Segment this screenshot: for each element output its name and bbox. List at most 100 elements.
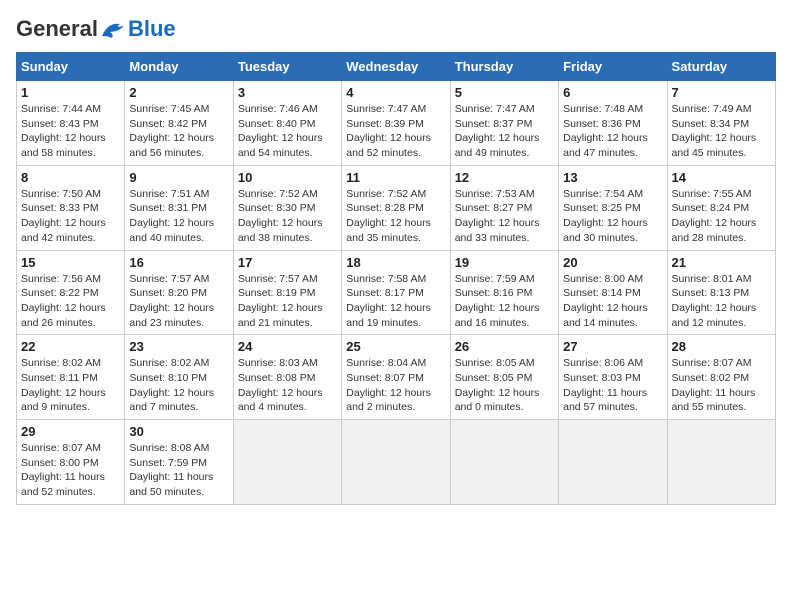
day-info: Sunrise: 7:58 AMSunset: 8:17 PMDaylight:… [346, 272, 445, 331]
day-info: Sunrise: 7:59 AMSunset: 8:16 PMDaylight:… [455, 272, 554, 331]
day-info: Sunrise: 7:52 AMSunset: 8:30 PMDaylight:… [238, 187, 337, 246]
day-info: Sunrise: 8:00 AMSunset: 8:14 PMDaylight:… [563, 272, 662, 331]
calendar-cell: 10 Sunrise: 7:52 AMSunset: 8:30 PMDayligh… [233, 165, 341, 250]
week-row-1: 1 Sunrise: 7:44 AMSunset: 8:43 PMDaylight… [17, 81, 776, 166]
calendar-cell: 29 Sunrise: 8:07 AMSunset: 8:00 PMDayligh… [17, 420, 125, 505]
day-info: Sunrise: 7:52 AMSunset: 8:28 PMDaylight:… [346, 187, 445, 246]
day-number: 19 [455, 255, 554, 270]
calendar-cell: 24Sunrise: 8:03 AMSunset: 8:08 PMDayligh… [233, 335, 341, 420]
calendar-cell: 23 Sunrise: 8:02 AMSunset: 8:10 PMDayligh… [125, 335, 233, 420]
day-number: 8 [21, 170, 120, 185]
day-info: Sunrise: 7:44 AMSunset: 8:43 PMDaylight:… [21, 102, 120, 161]
calendar-cell [233, 420, 341, 505]
day-info: Sunrise: 7:54 AMSunset: 8:25 PMDaylight:… [563, 187, 662, 246]
day-info: Sunrise: 8:04 AMSunset: 8:07 PMDaylight:… [346, 356, 445, 415]
calendar-cell: 26Sunrise: 8:05 AMSunset: 8:05 PMDayligh… [450, 335, 558, 420]
calendar-cell: 19 Sunrise: 7:59 AMSunset: 8:16 PMDayligh… [450, 250, 558, 335]
day-info: Sunrise: 8:02 AMSunset: 8:10 PMDaylight:… [129, 356, 228, 415]
header-cell-wednesday: Wednesday [342, 53, 450, 81]
calendar-cell: 30 Sunrise: 8:08 AMSunset: 7:59 PMDayligh… [125, 420, 233, 505]
day-number: 25 [346, 339, 445, 354]
header-cell-tuesday: Tuesday [233, 53, 341, 81]
day-number: 7 [672, 85, 771, 100]
calendar-cell: 5Sunrise: 7:47 AMSunset: 8:37 PMDaylight… [450, 81, 558, 166]
calendar-cell [667, 420, 775, 505]
calendar-table: SundayMondayTuesdayWednesdayThursdayFrid… [16, 52, 776, 505]
calendar-cell: 3 Sunrise: 7:46 AMSunset: 8:40 PMDaylight… [233, 81, 341, 166]
calendar-cell: 15Sunrise: 7:56 AMSunset: 8:22 PMDayligh… [17, 250, 125, 335]
header-row: SundayMondayTuesdayWednesdayThursdayFrid… [17, 53, 776, 81]
day-number: 13 [563, 170, 662, 185]
calendar-cell: 25 Sunrise: 8:04 AMSunset: 8:07 PMDayligh… [342, 335, 450, 420]
logo-general-text: General [16, 16, 98, 42]
day-info: Sunrise: 8:08 AMSunset: 7:59 PMDaylight:… [129, 441, 228, 500]
week-row-5: 29 Sunrise: 8:07 AMSunset: 8:00 PMDayligh… [17, 420, 776, 505]
calendar-cell: 22Sunrise: 8:02 AMSunset: 8:11 PMDayligh… [17, 335, 125, 420]
day-info: Sunrise: 7:49 AMSunset: 8:34 PMDaylight:… [672, 102, 771, 161]
day-number: 14 [672, 170, 771, 185]
calendar-cell: 20Sunrise: 8:00 AMSunset: 8:14 PMDayligh… [559, 250, 667, 335]
calendar-cell: 4 Sunrise: 7:47 AMSunset: 8:39 PMDaylight… [342, 81, 450, 166]
day-info: Sunrise: 8:07 AMSunset: 8:00 PMDaylight:… [21, 441, 120, 500]
day-number: 18 [346, 255, 445, 270]
calendar-cell: 13 Sunrise: 7:54 AMSunset: 8:25 PMDayligh… [559, 165, 667, 250]
day-number: 23 [129, 339, 228, 354]
calendar-cell: 2 Sunrise: 7:45 AMSunset: 8:42 PMDaylight… [125, 81, 233, 166]
calendar-cell: 14 Sunrise: 7:55 AMSunset: 8:24 PMDayligh… [667, 165, 775, 250]
day-info: Sunrise: 8:07 AMSunset: 8:02 PMDaylight:… [672, 356, 771, 415]
day-number: 4 [346, 85, 445, 100]
logo-bird-icon [100, 18, 128, 40]
day-number: 10 [238, 170, 337, 185]
day-number: 2 [129, 85, 228, 100]
calendar-cell: 7 Sunrise: 7:49 AMSunset: 8:34 PMDaylight… [667, 81, 775, 166]
logo-blue-text: Blue [128, 16, 176, 42]
calendar-cell: 21Sunrise: 8:01 AMSunset: 8:13 PMDayligh… [667, 250, 775, 335]
day-info: Sunrise: 7:56 AMSunset: 8:22 PMDaylight:… [21, 272, 120, 331]
calendar-cell: 16 Sunrise: 7:57 AMSunset: 8:20 PMDayligh… [125, 250, 233, 335]
calendar-cell: 27Sunrise: 8:06 AMSunset: 8:03 PMDayligh… [559, 335, 667, 420]
day-info: Sunrise: 7:57 AMSunset: 8:20 PMDaylight:… [129, 272, 228, 331]
calendar-cell: 17Sunrise: 7:57 AMSunset: 8:19 PMDayligh… [233, 250, 341, 335]
calendar-cell [450, 420, 558, 505]
day-number: 3 [238, 85, 337, 100]
day-number: 29 [21, 424, 120, 439]
header-cell-monday: Monday [125, 53, 233, 81]
day-number: 28 [672, 339, 771, 354]
calendar-cell: 28 Sunrise: 8:07 AMSunset: 8:02 PMDayligh… [667, 335, 775, 420]
day-number: 1 [21, 85, 120, 100]
day-info: Sunrise: 7:47 AMSunset: 8:37 PMDaylight:… [455, 102, 554, 161]
day-info: Sunrise: 8:05 AMSunset: 8:05 PMDaylight:… [455, 356, 554, 415]
week-row-4: 22Sunrise: 8:02 AMSunset: 8:11 PMDayligh… [17, 335, 776, 420]
page-header: General Blue [16, 16, 776, 42]
day-info: Sunrise: 7:47 AMSunset: 8:39 PMDaylight:… [346, 102, 445, 161]
day-number: 21 [672, 255, 771, 270]
week-row-3: 15Sunrise: 7:56 AMSunset: 8:22 PMDayligh… [17, 250, 776, 335]
header-cell-thursday: Thursday [450, 53, 558, 81]
day-info: Sunrise: 8:06 AMSunset: 8:03 PMDaylight:… [563, 356, 662, 415]
day-number: 9 [129, 170, 228, 185]
day-number: 16 [129, 255, 228, 270]
day-info: Sunrise: 7:53 AMSunset: 8:27 PMDaylight:… [455, 187, 554, 246]
calendar-cell: 8 Sunrise: 7:50 AMSunset: 8:33 PMDaylight… [17, 165, 125, 250]
day-info: Sunrise: 7:51 AMSunset: 8:31 PMDaylight:… [129, 187, 228, 246]
day-info: Sunrise: 7:55 AMSunset: 8:24 PMDaylight:… [672, 187, 771, 246]
header-cell-friday: Friday [559, 53, 667, 81]
calendar-cell: 9 Sunrise: 7:51 AMSunset: 8:31 PMDaylight… [125, 165, 233, 250]
day-number: 11 [346, 170, 445, 185]
calendar-cell: 6 Sunrise: 7:48 AMSunset: 8:36 PMDaylight… [559, 81, 667, 166]
calendar-cell: 12 Sunrise: 7:53 AMSunset: 8:27 PMDayligh… [450, 165, 558, 250]
week-row-2: 8 Sunrise: 7:50 AMSunset: 8:33 PMDaylight… [17, 165, 776, 250]
day-info: Sunrise: 7:48 AMSunset: 8:36 PMDaylight:… [563, 102, 662, 161]
calendar-cell: 18 Sunrise: 7:58 AMSunset: 8:17 PMDayligh… [342, 250, 450, 335]
calendar-cell [342, 420, 450, 505]
day-info: Sunrise: 7:50 AMSunset: 8:33 PMDaylight:… [21, 187, 120, 246]
day-number: 17 [238, 255, 337, 270]
day-number: 30 [129, 424, 228, 439]
day-info: Sunrise: 7:45 AMSunset: 8:42 PMDaylight:… [129, 102, 228, 161]
calendar-body: 1 Sunrise: 7:44 AMSunset: 8:43 PMDaylight… [17, 81, 776, 505]
day-number: 12 [455, 170, 554, 185]
day-number: 6 [563, 85, 662, 100]
header-cell-saturday: Saturday [667, 53, 775, 81]
calendar-header: SundayMondayTuesdayWednesdayThursdayFrid… [17, 53, 776, 81]
day-info: Sunrise: 7:46 AMSunset: 8:40 PMDaylight:… [238, 102, 337, 161]
